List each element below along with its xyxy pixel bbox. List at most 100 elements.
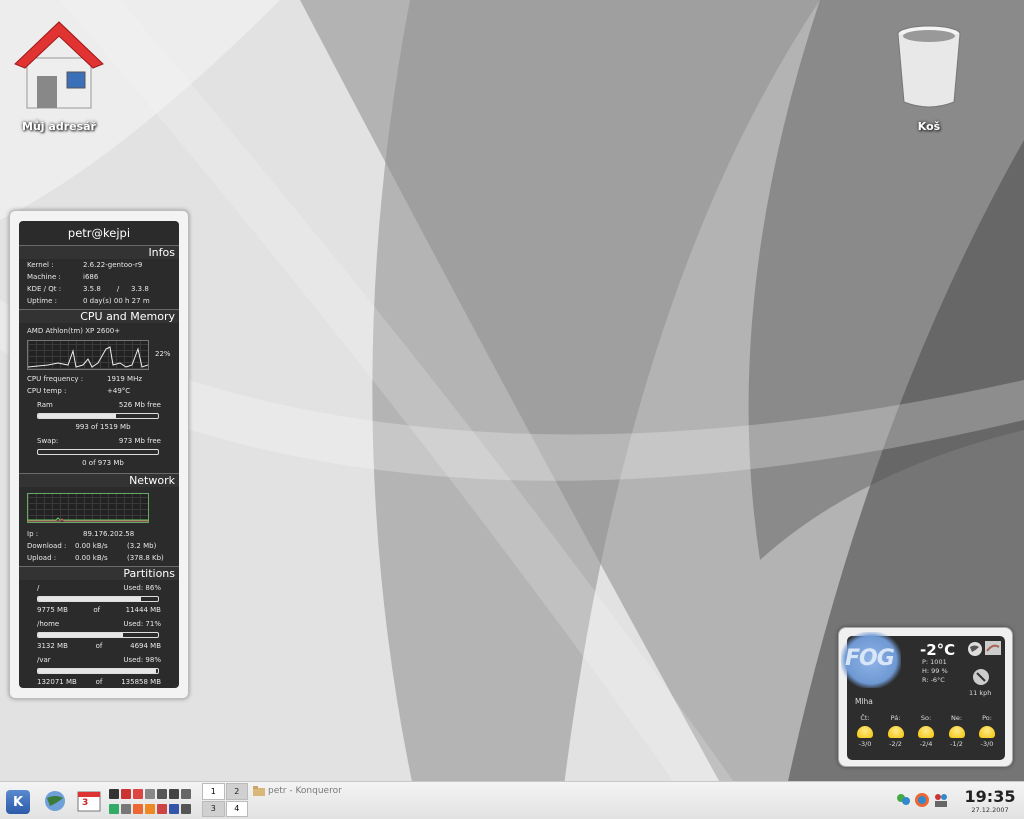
swap-free: 973 Mb free	[118, 437, 161, 445]
app-icon[interactable]	[181, 803, 191, 814]
partition-var-of: of	[95, 678, 103, 686]
section-infos: Infos	[19, 245, 179, 259]
forecast-day: Po: -3/0	[973, 714, 1001, 748]
kde-menu-button[interactable]: K	[6, 790, 30, 814]
office-icon[interactable]	[121, 788, 131, 799]
download-total: (3.2 Mb)	[127, 542, 157, 550]
swap-used: 0 of 973 Mb	[82, 459, 124, 467]
trash-label: Koš	[917, 120, 941, 133]
download-value: 0.00 kB/s	[75, 542, 108, 550]
document-icon[interactable]	[145, 788, 155, 799]
ip-row: Ip : 89.176.202.58	[19, 528, 179, 540]
cpu-temp-key: CPU temp :	[27, 387, 67, 395]
swap-row: Swap: 973 Mb free	[19, 435, 179, 447]
taskbar: K 3 1 2 3 4 petr - Konqueror 19:35 27.12…	[0, 781, 1024, 819]
weather-widget: FOG -2°C P: 1001 H: 99 % R: -6°C 11 kph …	[838, 627, 1013, 767]
partition-root-a: 9775 MB	[37, 606, 68, 614]
hostname: petr@kejpi	[67, 226, 131, 240]
partition-root-fill	[38, 597, 142, 601]
cpu-model: AMD Athlon(tm) XP 2600+	[27, 327, 121, 335]
upload-key: Upload :	[27, 554, 57, 562]
swap-key: Swap:	[37, 437, 59, 445]
calendar-button[interactable]: 3	[76, 789, 102, 813]
ram-bar	[37, 413, 159, 419]
printer-icon[interactable]	[169, 788, 179, 799]
partition-var: /var Used: 98% 132071 MB of 135858 MB	[19, 654, 179, 688]
partition-home-name: /home	[37, 620, 60, 628]
forecast-day-temp: -1/2	[950, 740, 963, 748]
home-folder-icon[interactable]: Můj adresář	[4, 14, 114, 133]
network-globe-icon[interactable]	[42, 788, 68, 814]
dew-point: R: -6°C	[922, 676, 945, 684]
forecast-day-name: Po:	[982, 714, 992, 722]
partition-home-of: of	[95, 642, 103, 650]
forecast-day-name: Čt:	[860, 714, 870, 722]
sun-icon	[887, 726, 904, 738]
forecast: Čt: -3/0 Pá: -2/2 So: -2/4 Ne: -1/2 Po: -3/0	[851, 714, 1001, 748]
humidity: H: 99 %	[922, 667, 948, 675]
forecast-day: Pá: -2/2	[882, 714, 910, 748]
task-label: petr - Konqueror	[268, 786, 342, 796]
messenger-icon[interactable]	[895, 792, 911, 808]
ram-free: 526 Mb free	[118, 401, 161, 409]
uptime-row: Uptime : 0 day(s) 00 h 27 m	[19, 295, 179, 307]
cpu-freq-value: 1919 MHz	[107, 375, 143, 383]
clock-time: 19:35	[964, 787, 1016, 806]
swap-bar	[37, 449, 159, 455]
ram-used: 993 of 1519 Mb	[75, 423, 131, 431]
firefox-icon[interactable]	[133, 803, 143, 814]
browser-icon[interactable]	[145, 803, 155, 814]
forecast-day: Čt: -3/0	[851, 714, 879, 748]
forecast-day: Ne: -1/2	[943, 714, 971, 748]
pager-desktop-1[interactable]: 1	[202, 783, 225, 800]
weather-desc: Mlha	[855, 697, 873, 706]
pressure: P: 1001	[922, 658, 947, 666]
section-network: Network	[19, 473, 179, 487]
firefox-tray-icon[interactable]	[914, 792, 930, 808]
home-folder-label: Můj adresář	[22, 120, 96, 133]
partition-home-b: 4694 MB	[130, 642, 161, 650]
partition-root-sizes: 9775 MB of 11444 MB	[19, 604, 179, 616]
trash-icon[interactable]: Koš	[874, 22, 984, 133]
house-icon	[14, 21, 104, 109]
upload-value: 0.00 kB/s	[75, 554, 108, 562]
users-icon[interactable]	[933, 792, 949, 808]
current-temp: -2°C	[920, 641, 956, 659]
forecast-day-temp: -2/4	[919, 740, 933, 748]
clock[interactable]: 19:35 27.12.2007	[960, 787, 1020, 814]
calendar-day: 3	[82, 798, 89, 808]
partition-root: / Used: 86% 9775 MB of 11444 MB	[19, 582, 179, 616]
partition-root-used: Used: 86%	[123, 584, 161, 592]
cpu-temp-value: +49°C	[107, 387, 131, 395]
terminal-icon[interactable]	[109, 788, 119, 799]
uptime-key: Uptime :	[27, 297, 57, 305]
monitor-icon[interactable]	[109, 803, 119, 814]
partition-var-fill	[38, 669, 156, 673]
partition-home-fill	[38, 633, 124, 637]
pdf-icon[interactable]	[133, 788, 143, 799]
ip-value: 89.176.202.58	[83, 530, 135, 538]
media-icon[interactable]	[157, 788, 167, 799]
radar-icon[interactable]	[985, 641, 1001, 655]
sun-icon	[857, 726, 873, 738]
tools-icon[interactable]	[121, 803, 131, 814]
editor-icon[interactable]	[169, 803, 179, 814]
ram-bar-fill	[38, 414, 116, 418]
cpu-temp-row: CPU temp : +49°C	[19, 385, 179, 397]
forecast-day-temp: -3/0	[980, 740, 994, 748]
task-konqueror[interactable]: petr - Konqueror	[253, 786, 342, 796]
cpu-freq-key: CPU frequency :	[27, 375, 84, 383]
pager-desktop-2[interactable]: 2	[225, 783, 248, 800]
cpu-graph	[27, 340, 149, 370]
sysinfo-panel: petr@kejpi Infos Kernel : 2.6.22-gentoo-r…	[19, 221, 179, 688]
partition-home: /home Used: 71% 3132 MB of 4694 MB	[19, 618, 179, 652]
pager-desktop-4[interactable]: 4	[225, 800, 248, 817]
sysinfo-widget: petr@kejpi Infos Kernel : 2.6.22-gentoo-r…	[9, 210, 189, 699]
cpu-load-line	[27, 346, 149, 368]
image-icon[interactable]	[157, 803, 167, 814]
pager-desktop-3[interactable]: 3	[202, 800, 225, 817]
settings-icon[interactable]	[181, 788, 191, 799]
globe-icon[interactable]	[967, 641, 983, 657]
cpu-graph-row: 22%	[19, 337, 179, 370]
partition-var-used: Used: 98%	[123, 656, 161, 664]
